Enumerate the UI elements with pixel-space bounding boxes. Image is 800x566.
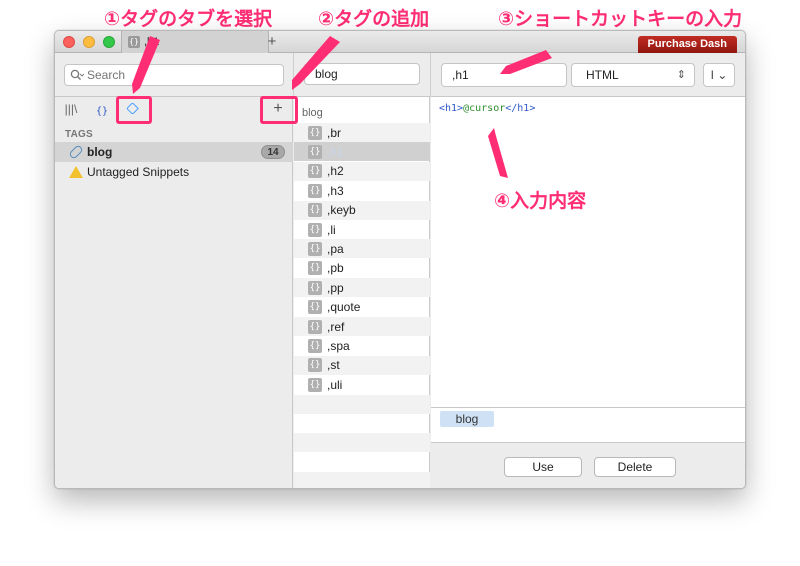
snippet-label: ,pb (327, 261, 344, 276)
snippet-icon: {} (308, 280, 322, 295)
updown-chevron-icon: ⇕ (676, 69, 686, 81)
snippet-row[interactable]: {} ,h3 (294, 181, 430, 200)
snippet-icon: {} (308, 203, 322, 218)
snippet-label: ,li (327, 222, 336, 237)
language-value: HTML (586, 68, 619, 82)
zoom-window-button[interactable] (103, 36, 115, 48)
snippet-row[interactable]: {} ,ref (294, 317, 430, 336)
empty-row (294, 414, 430, 433)
snippet-icon: {} (308, 183, 322, 198)
annotation-select-tag-tab: ①タグのタブを選択 (104, 8, 273, 30)
snippet-label: ,h1 (327, 144, 344, 159)
search-box[interactable] (64, 64, 284, 86)
snippet-icon: {} (308, 164, 322, 179)
snippet-icon: {} (308, 222, 322, 237)
empty-row (294, 472, 430, 488)
sidebar-item-blog[interactable]: blog 14 (55, 142, 293, 162)
snippet-icon: {} (308, 300, 322, 315)
snippet-label: ,pp (327, 280, 344, 295)
tab-library[interactable]: |||\ (63, 100, 79, 118)
tab-snippets[interactable]: {} (93, 103, 111, 121)
language-select[interactable]: HTML ⇕ (571, 63, 695, 87)
sidebar-item-label: Untagged Snippets (87, 165, 190, 179)
snippet-label: ,keyb (327, 203, 356, 218)
snippet-label: ,quote (327, 300, 361, 315)
snippet-list: blog {} ,br {} ,h1 {} ,h2 {} ,h3 {} ,keyb {} ,li {},… (294, 97, 430, 488)
document-tab[interactable]: {} ,h1 (121, 31, 269, 53)
tag-field[interactable]: blog (304, 63, 420, 85)
sidebar-tabs: |||\ {} + (55, 97, 292, 121)
action-bar: Use Delete (431, 443, 745, 488)
empty-row (294, 453, 430, 472)
search-icon (70, 69, 84, 80)
app-window: {} ,h1 + Purchase Dash blog ,h1 HTML ⇕ I… (54, 30, 746, 489)
snippet-label: ,br (327, 125, 342, 140)
code-open-tag: <h1> (439, 103, 464, 114)
snippet-icon: {} (308, 144, 322, 159)
delete-button[interactable]: Delete (594, 457, 676, 477)
snippet-label: ,st (327, 358, 340, 373)
use-button[interactable]: Use (504, 457, 582, 477)
divider (293, 53, 294, 97)
annotation-input-content: ④入力内容 (494, 190, 587, 212)
snippet-tags-bar[interactable]: blog (431, 407, 745, 443)
snippet-label: ,h2 (327, 164, 344, 179)
snippet-label: ,ref (327, 319, 345, 334)
snippet-icon: {} (308, 319, 322, 334)
code-cursor-placeholder: @cursor (463, 103, 506, 114)
annotation-add-tag: ②タグの追加 (318, 8, 430, 30)
divider (430, 53, 431, 97)
paperclip-icon (68, 144, 84, 160)
snippet-row[interactable]: {} ,pa (294, 239, 430, 259)
count-badge: 14 (261, 145, 285, 159)
snippet-icon: {} (308, 241, 322, 256)
close-window-button[interactable] (63, 36, 75, 48)
code-content[interactable]: <h1>@cursor</h1> (439, 103, 535, 114)
snippet-group-header: blog (302, 107, 323, 119)
code-editor[interactable]: <h1>@cursor</h1> (431, 97, 745, 407)
highlight-tag-tab (116, 96, 152, 124)
empty-row (294, 394, 430, 414)
snippet-row[interactable]: {} ,br (294, 123, 430, 142)
code-close-tag: </h1> (505, 103, 536, 114)
snippet-label: ,uli (327, 377, 343, 392)
tag-pill[interactable]: blog (440, 411, 494, 427)
snippet-icon: {} (308, 125, 322, 140)
snippet-row[interactable]: {} ,li (294, 220, 430, 239)
sidebar: |||\ {} + TAGS blog 14 Untagged Snippets (55, 97, 293, 488)
snippet-row[interactable]: {} ,pp (294, 278, 430, 298)
snippet-icon: {} (308, 338, 322, 353)
snippet-row[interactable]: {} ,quote (294, 298, 430, 317)
cursor-placeholder-button[interactable]: I ⌄ (703, 63, 735, 87)
title-bar: {} ,h1 + Purchase Dash (55, 31, 745, 53)
warning-icon (69, 166, 83, 178)
empty-row (294, 433, 430, 453)
snippet-row[interactable]: {} ,h1 (294, 142, 430, 162)
snippet-label: ,pa (327, 241, 344, 256)
tags-header: TAGS (65, 129, 93, 140)
toolbar: blog ,h1 HTML ⇕ I ⌄ (55, 53, 745, 97)
tab-title: ,h1 (144, 36, 160, 48)
snippet-row[interactable]: {} ,spa (294, 336, 430, 355)
snippet-row[interactable]: {} ,keyb (294, 200, 430, 220)
sidebar-item-label: blog (87, 145, 113, 159)
annotation-shortcut-input: ③ショートカットキーの入力 (498, 8, 743, 30)
snippet-label: ,spa (327, 338, 350, 353)
snippet-row[interactable]: {} ,h2 (294, 161, 430, 181)
minimize-window-button[interactable] (83, 36, 95, 48)
abbreviation-field[interactable]: ,h1 (441, 63, 567, 87)
snippet-icon: {} (308, 358, 322, 373)
highlight-add-tag (260, 96, 298, 124)
snippet-row[interactable]: {} ,uli (294, 375, 430, 394)
snippet-icon: {} (308, 377, 322, 392)
snippet-icon: {} (128, 36, 140, 48)
purchase-dash-button[interactable]: Purchase Dash (637, 36, 737, 53)
sidebar-item-untagged[interactable]: Untagged Snippets (55, 162, 293, 182)
snippet-icon: {} (308, 261, 322, 276)
new-tab-button[interactable]: + (265, 33, 279, 50)
search-input[interactable] (87, 68, 237, 82)
snippet-label: ,h3 (327, 183, 344, 198)
snippet-row[interactable]: {} ,st (294, 355, 430, 375)
snippet-row[interactable]: {} ,pb (294, 259, 430, 278)
